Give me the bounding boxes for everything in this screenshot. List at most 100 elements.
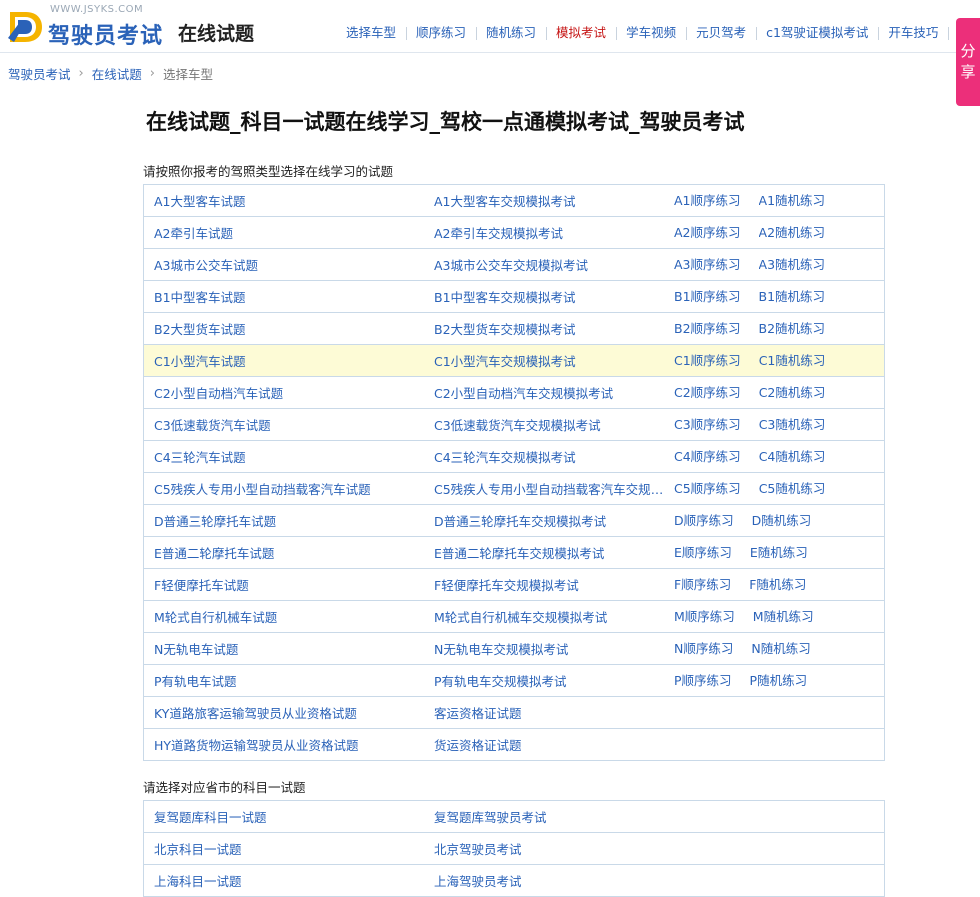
question-bank-link[interactable]: C2小型自动档汽车试题 — [154, 383, 424, 402]
table-cell: 上海驾驶员考试 — [424, 864, 674, 897]
random-practice-link[interactable]: C5随机练习 — [759, 478, 826, 497]
mock-exam-link[interactable]: 货运资格证试题 — [434, 735, 674, 754]
chevron-right-icon: › — [149, 66, 155, 81]
question-bank-link[interactable]: A1大型客车试题 — [154, 191, 424, 210]
mock-exam-link[interactable]: A1大型客车交规模拟考试 — [434, 191, 674, 210]
nav-c1-mock-exam[interactable]: c1驾驶证模拟考试 — [756, 25, 878, 41]
nav-select-model[interactable]: 选择车型 — [336, 25, 406, 41]
mock-exam-link[interactable]: C1小型汽车交规模拟考试 — [434, 351, 674, 370]
question-bank-link[interactable]: KY道路旅客运输驾驶员从业资格试题 — [154, 703, 424, 722]
mock-exam-link[interactable]: B1中型客车交规模拟考试 — [434, 287, 674, 306]
table-cell — [674, 800, 885, 833]
sequential-practice-link[interactable]: N顺序练习 — [674, 638, 733, 657]
question-bank-link[interactable]: D普通三轮摩托车试题 — [154, 511, 424, 530]
sequential-practice-link[interactable]: C4顺序练习 — [674, 446, 741, 465]
table-cell: A2牵引车试题 — [143, 216, 424, 249]
question-bank-link[interactable]: C1小型汽车试题 — [154, 351, 424, 370]
random-practice-link[interactable]: N随机练习 — [751, 638, 810, 657]
sequential-practice-link[interactable]: M顺序练习 — [674, 606, 735, 625]
mock-exam-link[interactable]: A2牵引车交规模拟考试 — [434, 223, 674, 242]
mock-exam-link[interactable]: C3低速载货汽车交规模拟考试 — [434, 415, 674, 434]
random-practice-link[interactable]: M随机练习 — [753, 606, 814, 625]
mock-exam-link[interactable]: A3城市公交车交规模拟考试 — [434, 255, 674, 274]
random-practice-link[interactable]: E随机练习 — [750, 542, 808, 561]
random-practice-link[interactable]: B1随机练习 — [759, 286, 826, 305]
logo-text[interactable]: 驾驶员考试 — [48, 18, 163, 50]
logo-icon[interactable] — [6, 8, 44, 44]
nav-yuanbei-jiakao[interactable]: 元贝驾考 — [686, 25, 756, 41]
province-exam-link[interactable]: 复驾题库驾驶员考试 — [434, 807, 674, 826]
nav-driving-videos[interactable]: 学车视频 — [616, 25, 686, 41]
question-bank-link[interactable]: C5残疾人专用小型自动挡载客汽车试题 — [154, 479, 424, 498]
random-practice-link[interactable]: C2随机练习 — [759, 382, 826, 401]
mock-exam-link[interactable]: C2小型自动档汽车交规模拟考试 — [434, 383, 674, 402]
random-practice-link[interactable]: C1随机练习 — [759, 350, 826, 369]
question-bank-link[interactable]: A2牵引车试题 — [154, 223, 424, 242]
question-bank-link[interactable]: F轻便摩托车试题 — [154, 575, 424, 594]
share-label-1: 分 — [960, 42, 976, 60]
nav-driving-tips[interactable]: 开车技巧 — [878, 25, 948, 41]
table-row: B2大型货车试题 B2大型货车交规模拟考试 B2顺序练习 B2随机练习 — [143, 312, 885, 345]
question-bank-link[interactable]: P有轨电车试题 — [154, 671, 424, 690]
nav-sequential-practice[interactable]: 顺序练习 — [406, 25, 476, 41]
question-bank-link[interactable]: E普通二轮摩托车试题 — [154, 543, 424, 562]
sequential-practice-link[interactable]: E顺序练习 — [674, 542, 732, 561]
breadcrumb-online-tests[interactable]: 在线试题 — [92, 64, 142, 83]
province-exam-link[interactable]: 上海驾驶员考试 — [434, 871, 674, 890]
random-practice-link[interactable]: F随机练习 — [749, 574, 806, 593]
question-bank-link[interactable]: B2大型货车试题 — [154, 319, 424, 338]
sequential-practice-link[interactable]: A3顺序练习 — [674, 254, 741, 273]
nav-random-practice[interactable]: 随机练习 — [476, 25, 546, 41]
sequential-practice-link[interactable]: B1顺序练习 — [674, 286, 741, 305]
question-bank-link[interactable]: C4三轮汽车试题 — [154, 447, 424, 466]
table-row: 北京科目一试题 北京驾驶员考试 — [143, 832, 885, 865]
share-button[interactable]: 分 享 — [956, 18, 980, 106]
sequential-practice-link[interactable]: B2顺序练习 — [674, 318, 741, 337]
question-bank-link[interactable]: HY道路货物运输驾驶员从业资格试题 — [154, 735, 424, 754]
random-practice-link[interactable]: A2随机练习 — [759, 222, 826, 241]
random-practice-link[interactable]: C3随机练习 — [759, 414, 826, 433]
random-practice-link[interactable]: B2随机练习 — [759, 318, 826, 337]
sequential-practice-link[interactable]: A1顺序练习 — [674, 190, 741, 209]
question-bank-link[interactable]: B1中型客车试题 — [154, 287, 424, 306]
section-license-types-label: 请按照你报考的驾照类型选择在线学习的试题 — [143, 164, 394, 179]
sequential-practice-link[interactable]: C5顺序练习 — [674, 478, 741, 497]
question-bank-link[interactable]: A3城市公交车试题 — [154, 255, 424, 274]
sequential-practice-link[interactable]: A2顺序练习 — [674, 222, 741, 241]
question-bank-link[interactable]: C3低速载货汽车试题 — [154, 415, 424, 434]
mock-exam-link[interactable]: M轮式自行机械车交规模拟考试 — [434, 607, 674, 626]
mock-exam-link[interactable]: C5残疾人专用小型自动挡载客汽车交规模… — [434, 479, 674, 498]
random-practice-link[interactable]: P随机练习 — [750, 670, 808, 689]
sequential-practice-link[interactable]: F顺序练习 — [674, 574, 731, 593]
breadcrumb-home[interactable]: 驾驶员考试 — [8, 64, 71, 83]
table-row: E普通二轮摩托车试题 E普通二轮摩托车交规模拟考试 E顺序练习 E随机练习 — [143, 536, 885, 569]
sequential-practice-link[interactable]: C2顺序练习 — [674, 382, 741, 401]
random-practice-link[interactable]: D随机练习 — [752, 510, 812, 529]
sequential-practice-link[interactable]: C3顺序练习 — [674, 414, 741, 433]
sequential-practice-link[interactable]: P顺序练习 — [674, 670, 732, 689]
mock-exam-link[interactable]: B2大型货车交规模拟考试 — [434, 319, 674, 338]
province-question-bank-link[interactable]: 复驾题库科目一试题 — [154, 807, 424, 826]
question-bank-link[interactable]: N无轨电车试题 — [154, 639, 424, 658]
sequential-practice-link[interactable]: C1顺序练习 — [674, 350, 741, 369]
question-bank-link[interactable]: M轮式自行机械车试题 — [154, 607, 424, 626]
table-cell — [674, 728, 885, 761]
random-practice-link[interactable]: A3随机练习 — [759, 254, 826, 273]
mock-exam-link[interactable]: C4三轮汽车交规模拟考试 — [434, 447, 674, 466]
table-cell: C2顺序练习 C2随机练习 — [674, 376, 885, 409]
section-province-label: 请选择对应省市的科目一试题 — [143, 780, 306, 795]
sequential-practice-link[interactable]: D顺序练习 — [674, 510, 734, 529]
mock-exam-link[interactable]: E普通二轮摩托车交规模拟考试 — [434, 543, 674, 562]
random-practice-link[interactable]: C4随机练习 — [759, 446, 826, 465]
province-question-bank-link[interactable]: 北京科目一试题 — [154, 839, 424, 858]
mock-exam-link[interactable]: D普通三轮摩托车交规模拟考试 — [434, 511, 674, 530]
province-exam-link[interactable]: 北京驾驶员考试 — [434, 839, 674, 858]
table-cell — [674, 832, 885, 865]
mock-exam-link[interactable]: P有轨电车交规模拟考试 — [434, 671, 674, 690]
random-practice-link[interactable]: A1随机练习 — [759, 190, 826, 209]
nav-mock-exam[interactable]: 模拟考试 — [546, 25, 616, 41]
mock-exam-link[interactable]: 客运资格证试题 — [434, 703, 674, 722]
mock-exam-link[interactable]: F轻便摩托车交规模拟考试 — [434, 575, 674, 594]
province-question-bank-link[interactable]: 上海科目一试题 — [154, 871, 424, 890]
mock-exam-link[interactable]: N无轨电车交规模拟考试 — [434, 639, 674, 658]
